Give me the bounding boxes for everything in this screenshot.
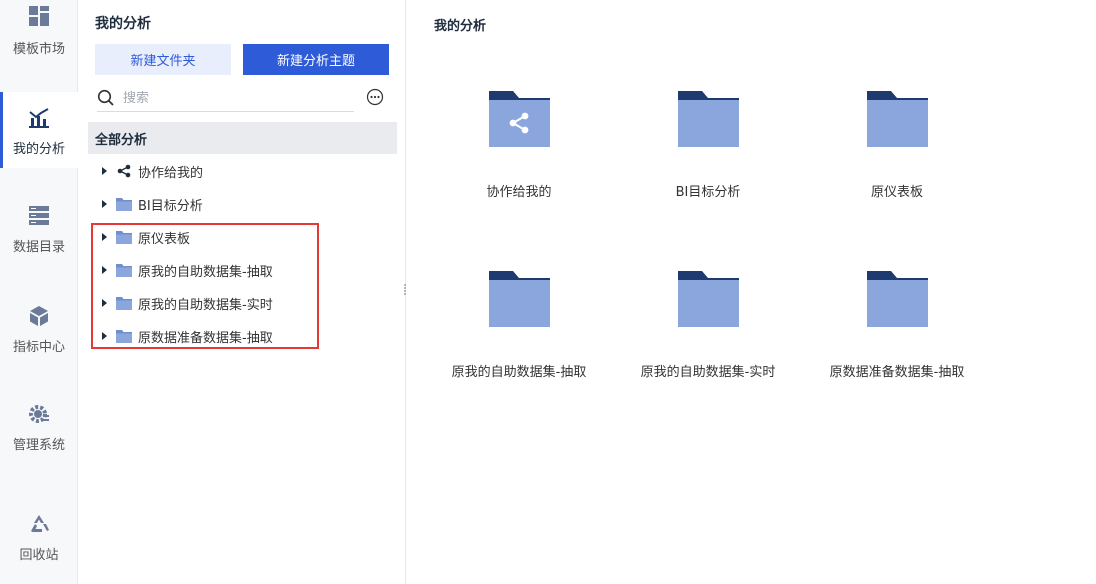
expand-caret-icon[interactable]: [102, 200, 107, 208]
folder-icon: [867, 271, 928, 327]
nav-item-my-analysis[interactable]: 我的分析: [0, 92, 78, 168]
tree-item-label: 原数据准备数据集-抽取: [138, 330, 273, 346]
nav-label: 指标中心: [12, 340, 65, 355]
tree-item-data-prep-extract[interactable]: 原数据准备数据集-抽取: [88, 321, 388, 351]
new-folder-button[interactable]: 新建文件夹: [95, 44, 231, 75]
search-input[interactable]: [123, 90, 343, 106]
analysis-chart-icon: [27, 106, 51, 130]
folder-tile-label: 原我的自助数据集-实时: [640, 365, 776, 380]
template-grid-icon: [27, 4, 51, 28]
nav-label: 管理系统: [12, 438, 65, 453]
expand-caret-icon[interactable]: [102, 167, 107, 175]
nav-item-management[interactable]: 管理系统: [0, 386, 78, 462]
tree-item-label: 原我的自助数据集-抽取: [138, 264, 273, 280]
page-title: 我的分析: [434, 19, 487, 34]
gear-icon: [27, 402, 51, 426]
nav-item-data-catalog[interactable]: 数据目录: [0, 188, 78, 264]
new-analysis-subject-button[interactable]: 新建分析主题: [243, 44, 389, 75]
tree-item-self-service-realtime[interactable]: 原我的自助数据集-实时: [88, 288, 388, 318]
metrics-cube-icon: [27, 304, 51, 328]
folder-tile-self-service-realtime[interactable]: 原我的自助数据集-实时: [618, 271, 798, 401]
search-icon: [97, 89, 115, 107]
expand-caret-icon[interactable]: [102, 332, 107, 340]
folder-tile-legacy-dashboard[interactable]: 原仪表板: [807, 91, 987, 221]
more-options-icon[interactable]: [366, 88, 384, 106]
nav-rail: 模板市场 我的分析 数据目录 指标中心 管理系统 回收站: [0, 0, 78, 584]
app-root: 模板市场 我的分析 数据目录 指标中心 管理系统 回收站 我的分析 新建文件夹 …: [0, 0, 1096, 584]
tree-item-label: 原仪表板: [138, 231, 191, 247]
folder-tile-label: 原仪表板: [870, 185, 923, 200]
nav-item-metrics-center[interactable]: 指标中心: [0, 288, 78, 364]
folder-tile-data-prep-extract[interactable]: 原数据准备数据集-抽取: [807, 271, 987, 401]
folder-tile-label: 协作给我的: [486, 185, 552, 200]
nav-item-template-market[interactable]: 模板市场: [0, 0, 78, 76]
expand-caret-icon[interactable]: [102, 233, 107, 241]
folder-tile-bi-target[interactable]: BI目标分析: [618, 91, 798, 221]
tree-root-all-analysis[interactable]: 全部分析: [88, 122, 397, 154]
folder-tile-label: 原数据准备数据集-抽取: [829, 365, 965, 380]
search-bar: [97, 85, 354, 112]
panel-title: 我的分析: [95, 16, 151, 32]
tree-item-bi-target[interactable]: BI目标分析: [88, 189, 388, 219]
tree-item-label: 原我的自助数据集-实时: [138, 297, 273, 313]
shared-folder-icon: [489, 91, 550, 147]
folder-icon: [116, 263, 132, 277]
nav-label: 我的分析: [12, 142, 65, 157]
tree-item-label: 协作给我的: [138, 165, 204, 181]
nav-label: 回收站: [19, 548, 59, 563]
main-content: 我的分析 协作给我的 BI目标分析 原仪表板 原我的自助数据集-抽取 原我的自助…: [407, 0, 1096, 584]
nav-label: 数据目录: [12, 240, 65, 255]
tree-item-self-service-extract[interactable]: 原我的自助数据集-抽取: [88, 255, 388, 285]
analysis-tree-panel: 我的分析 新建文件夹 新建分析主题 全部分析 协作给我的 BI目标分析: [78, 0, 406, 584]
tree-item-shared-with-me[interactable]: 协作给我的: [88, 156, 388, 186]
folder-icon: [116, 329, 132, 343]
folder-icon: [867, 91, 928, 147]
tree-item-label: BI目标分析: [138, 198, 203, 214]
folder-tile-self-service-extract[interactable]: 原我的自助数据集-抽取: [429, 271, 609, 401]
folder-tile-shared-with-me[interactable]: 协作给我的: [429, 91, 609, 221]
share-icon: [116, 164, 132, 178]
data-catalog-icon: [27, 204, 51, 228]
expand-caret-icon[interactable]: [102, 299, 107, 307]
recycle-icon: [27, 512, 51, 536]
folder-icon: [116, 197, 132, 211]
folder-icon: [489, 271, 550, 327]
folder-icon: [116, 296, 132, 310]
nav-item-recycle-bin[interactable]: 回收站: [0, 496, 78, 572]
folder-tile-label: BI目标分析: [675, 185, 741, 200]
folder-icon: [116, 230, 132, 244]
folder-icon: [678, 271, 739, 327]
nav-label: 模板市场: [12, 42, 65, 57]
folder-icon: [678, 91, 739, 147]
expand-caret-icon[interactable]: [102, 266, 107, 274]
folder-tile-label: 原我的自助数据集-抽取: [451, 365, 587, 380]
tree-item-legacy-dashboard[interactable]: 原仪表板: [88, 222, 388, 252]
